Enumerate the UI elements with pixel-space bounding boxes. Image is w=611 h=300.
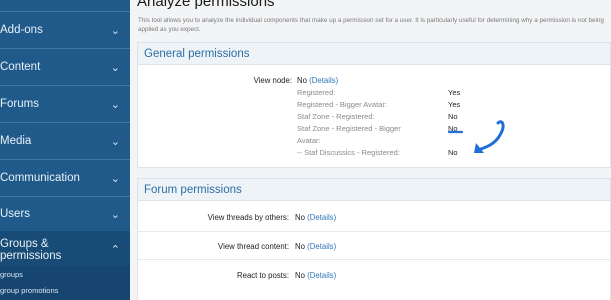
chevron-down-icon: ⌄ [110, 24, 120, 37]
details-link[interactable]: (Details) [309, 76, 338, 85]
sidebar-item-label: Forums [0, 98, 39, 110]
chevron-down-icon: ⌄ [110, 172, 120, 185]
forum-permissions-panel: Forum permissions View threads by others… [137, 178, 611, 300]
permission-value: No [295, 271, 305, 280]
breakdown-label: Staf Zone - Registered - Bigger [297, 124, 401, 133]
sidebar-item-label: Users [0, 208, 31, 220]
panel-title: General permissions [144, 47, 250, 60]
view-node-value: No (Details) [297, 76, 338, 85]
chevron-down-icon: ⌄ [110, 208, 120, 221]
breakdown-value: Yes [448, 100, 461, 109]
subnav-item-group-promotions[interactable]: group promotions [0, 286, 58, 295]
main-content: Analyze permissions This tool allows you… [130, 0, 611, 300]
sidebar-item-label: Communication [0, 172, 80, 184]
view-node-label: View node: [253, 76, 292, 85]
sidebar-item-content[interactable]: Content ⌄ [0, 49, 130, 86]
sidebar-top-edge [0, 0, 130, 12]
breakdown-label: Avatar: [297, 136, 321, 145]
panel-header: Forum permissions [138, 179, 610, 201]
sidebar-item-label: Media [0, 135, 32, 147]
details-link[interactable]: (Details) [307, 242, 336, 251]
admin-sidebar: Add-ons ⌄ Content ⌄ Forums ⌄ Media ⌄ Com… [0, 0, 130, 300]
annotation-arrow-icon [447, 120, 505, 153]
view-thread-content-label: View thread content: [218, 242, 289, 251]
breakdown-label: Registered: [297, 88, 336, 97]
chevron-down-icon: ⌄ [110, 135, 120, 148]
sidebar-item-add-ons[interactable]: Add-ons ⌄ [0, 12, 130, 49]
sidebar-item-media[interactable]: Media ⌄ [0, 123, 130, 160]
sidebar-subnav: groups group promotions [0, 266, 130, 300]
row-divider [138, 231, 611, 232]
details-link[interactable]: (Details) [307, 271, 336, 280]
row-divider [138, 259, 611, 260]
page-title: Analyze permissions [137, 0, 275, 10]
react-to-posts-label: React to posts: [236, 271, 289, 280]
permission-value: No [297, 76, 307, 85]
sidebar-item-label: Groups & permissions [0, 237, 62, 262]
page-description: This tool allows you to analyze the indi… [138, 17, 604, 33]
sidebar-item-label: Add-ons [0, 24, 43, 36]
chevron-up-icon: ⌃ [110, 244, 120, 256]
general-permissions-panel: General permissions View node: No (Detai… [137, 42, 611, 168]
panel-header: General permissions [138, 43, 610, 65]
breakdown-value: Yes [448, 88, 461, 97]
details-link[interactable]: (Details) [307, 213, 336, 222]
view-threads-label: View threads by others: [207, 213, 289, 222]
breakdown-label: Staf Zone - Registered: [297, 112, 375, 121]
view-thread-content-value: No (Details) [295, 242, 336, 251]
panel-title: Forum permissions [144, 183, 242, 196]
view-threads-value: No (Details) [295, 213, 336, 222]
breakdown-label: Registered - Bigger Avatar: [297, 100, 387, 109]
permission-value: No [295, 242, 305, 251]
sidebar-item-users[interactable]: Users ⌄ [0, 196, 130, 233]
sidebar-item-label: Content [0, 61, 41, 73]
chevron-down-icon: ⌄ [110, 61, 120, 74]
subnav-item-groups[interactable]: groups [0, 270, 23, 279]
sidebar-item-groups-permissions[interactable]: Groups & permissions ⌃ [0, 231, 130, 268]
chevron-down-icon: ⌄ [110, 98, 120, 111]
breakdown-label: -- Staf Discussics - Registered: [297, 148, 400, 157]
react-to-posts-value: No (Details) [295, 271, 336, 280]
permission-value: No [295, 213, 305, 222]
sidebar-item-forums[interactable]: Forums ⌄ [0, 86, 130, 123]
sidebar-item-communication[interactable]: Communication ⌄ [0, 160, 130, 197]
